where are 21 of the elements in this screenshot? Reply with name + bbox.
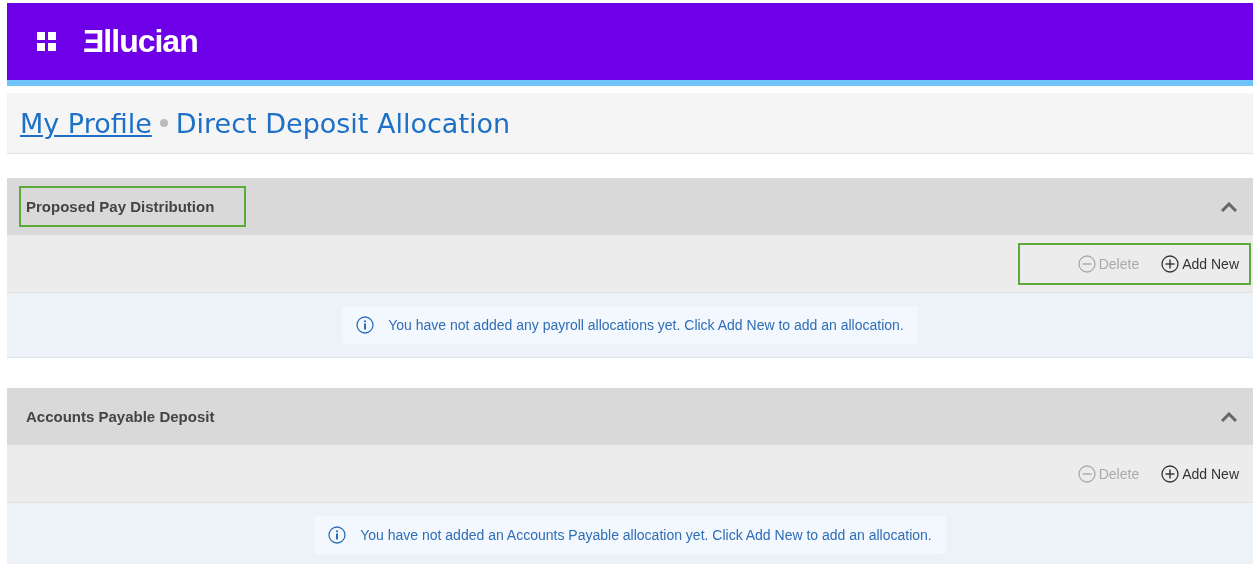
collapse-icon[interactable]	[1221, 411, 1237, 422]
minus-icon	[1077, 254, 1096, 273]
section-header[interactable]: Accounts Payable Deposit	[7, 388, 1253, 445]
info-icon	[356, 316, 375, 334]
page-title: Direct Deposit Allocation	[175, 107, 511, 139]
notice-text: You have not added an Accounts Payable allocation yet. Click Add New to add an allocation.	[360, 527, 932, 543]
minus-icon	[1077, 464, 1096, 483]
collapse-icon[interactable]	[1221, 201, 1237, 212]
breadcrumb-link[interactable]: My Profile	[20, 107, 152, 139]
separator-dot	[159, 119, 168, 127]
plus-icon	[1161, 464, 1180, 483]
logo[interactable]: Ǝllucian	[83, 23, 198, 60]
section-title: Accounts Payable Deposit	[25, 407, 216, 427]
add-new-button[interactable]: Add New	[1161, 254, 1239, 273]
section-title: Proposed Pay Distribution	[19, 186, 247, 227]
notice-text: You have not added any payroll allocations yet. Click Add New to add an allocation.	[388, 317, 904, 333]
menu-icon[interactable]	[37, 31, 57, 52]
section-header[interactable]: Proposed Pay Distribution	[7, 178, 1253, 235]
add-new-button[interactable]: Add New	[1161, 464, 1239, 483]
plus-icon	[1161, 254, 1180, 273]
info-icon	[328, 526, 347, 544]
